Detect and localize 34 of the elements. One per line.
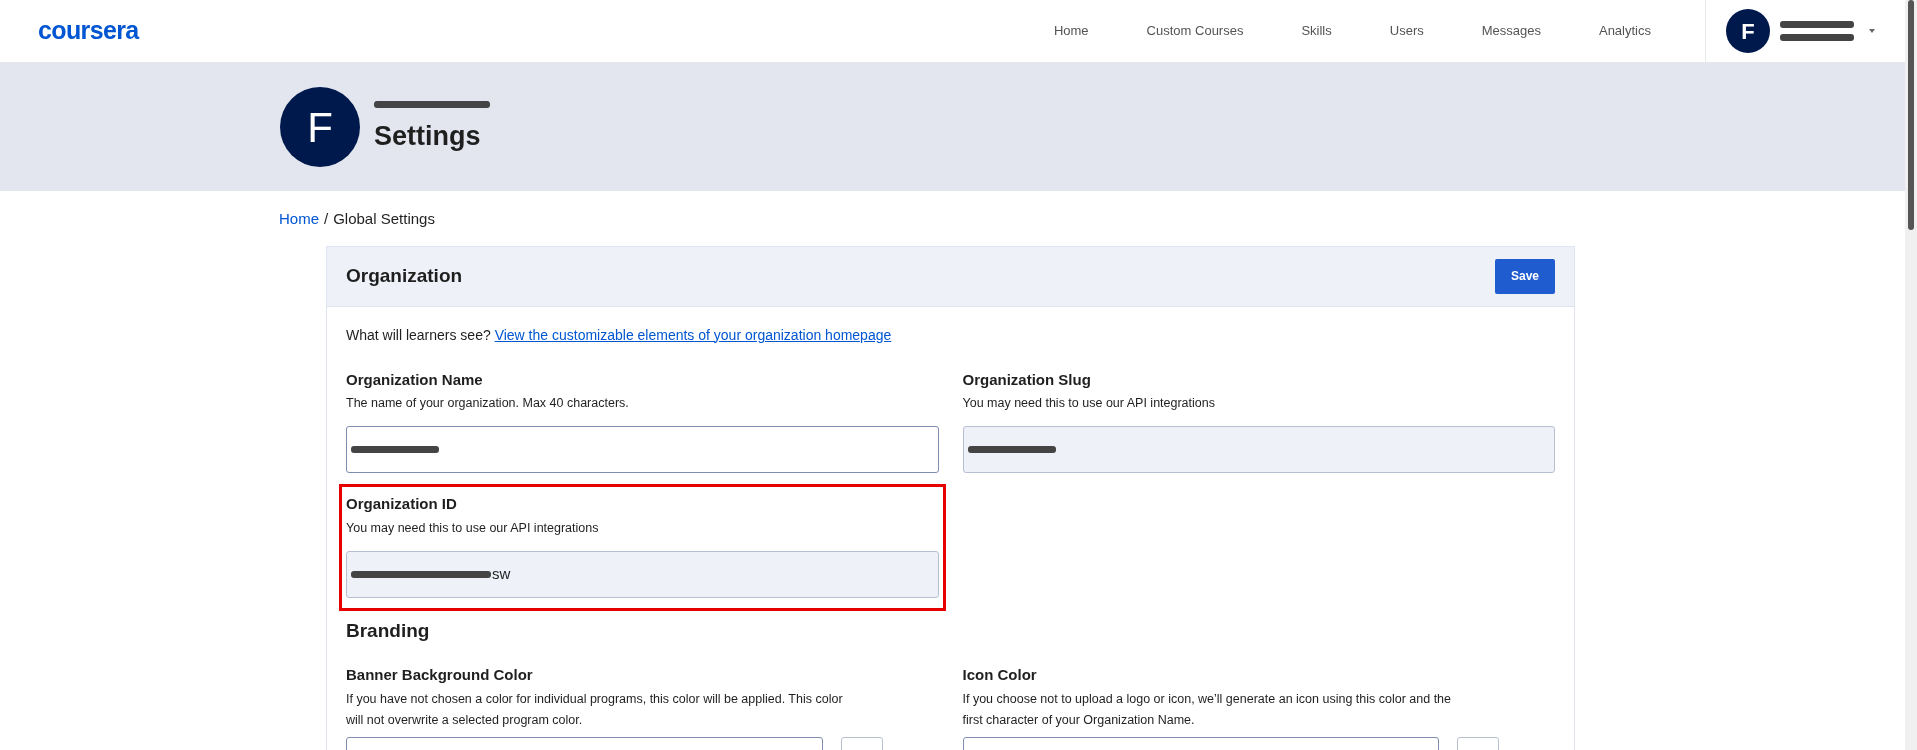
section-title: Branding [346,618,431,643]
breadcrumb-link[interactable]: Home [279,208,319,231]
input-value: sw [492,563,511,584]
field-hint: If you choose not to upload a logo or icon, we’ll generate an icon using this color and the first character of your Organization Name. [962,690,1452,729]
field-label: Icon Color [962,665,1038,685]
field-hint: You may need this to use our API integrations [962,395,1216,412]
nav-link[interactable]: Users [1365,21,1448,41]
card-title: Organization [346,263,463,288]
field-label: Organization Name [346,369,484,390]
field-label: Organization ID [346,494,458,514]
caret-icon[interactable] [1869,29,1875,33]
field-hint: You may need this to use our API integrations [346,519,600,537]
text-input[interactable] [962,426,1555,473]
text-input[interactable]: sw [346,550,939,598]
field-hint: The name of your organization. Max 40 characters. [346,395,630,412]
homepage-link[interactable]: View the customizable elements of your organization homepage [494,326,892,343]
nav-link[interactable]: Custom Courses [1122,21,1268,41]
field-label: Organization Slug [962,369,1092,390]
nav-link[interactable]: Analytics [1574,21,1675,41]
page-title: Settings [374,120,482,154]
text-input[interactable] [346,426,939,473]
intro-text: What will learners see? View the customizable elements of your organization homepage [346,325,893,345]
scrollbar[interactable] [1905,0,1917,750]
field-label: Banner Background Color [346,665,534,685]
nav-link[interactable]: Messages [1457,21,1565,41]
coursera-logo[interactable]: coursera [38,12,139,50]
organization-avatar: F [280,87,360,167]
nav-link[interactable]: Home [1029,21,1113,41]
user-avatar[interactable]: F [1726,9,1770,53]
breadcrumb-separator: / [324,209,329,229]
breadcrumb-current: Global Settings [333,209,435,229]
field-hint: If you have not chosen a color for individual programs, this color will be applied. This color will not overwrite a selected program color. [346,690,844,729]
nav-link[interactable]: Skills [1277,21,1356,41]
save-button[interactable]: Save [1495,258,1555,294]
